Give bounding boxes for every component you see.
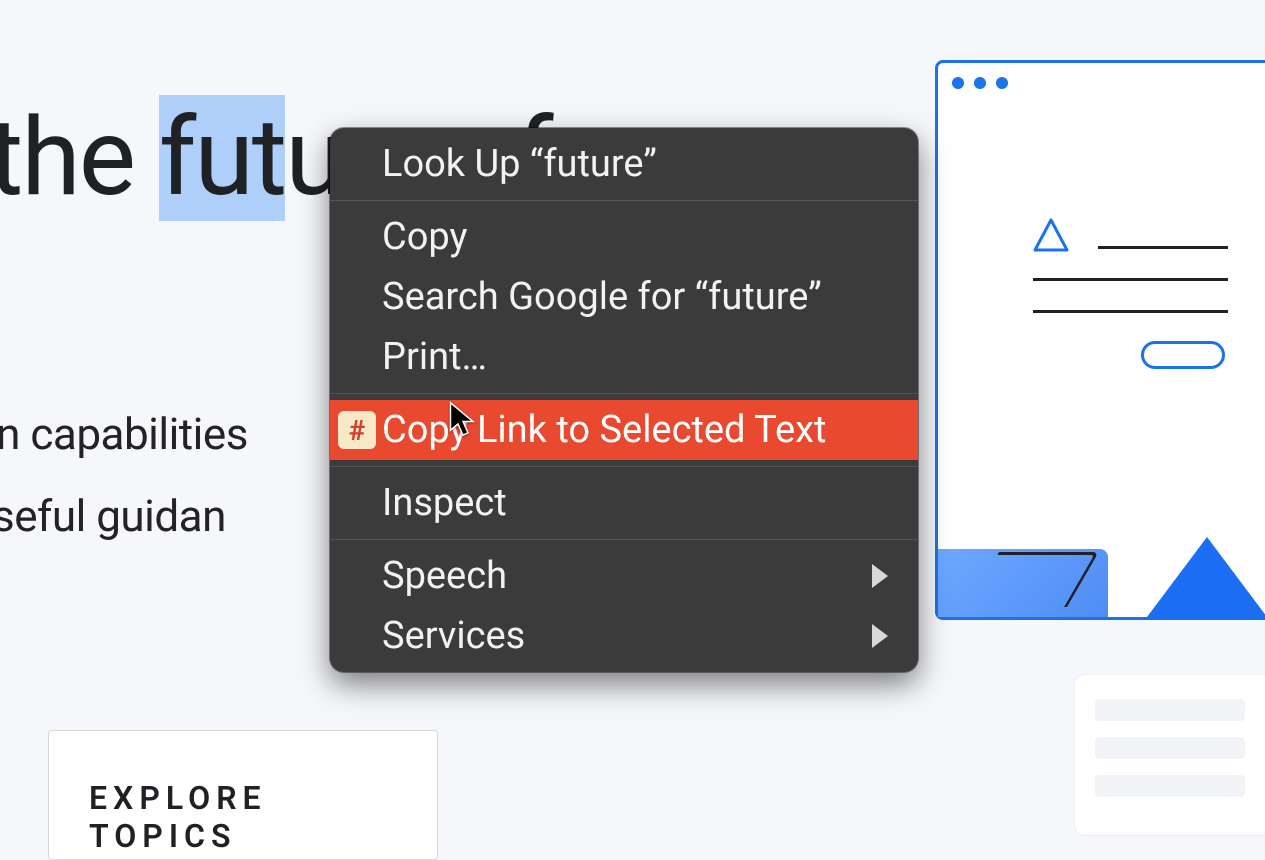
context-menu-print[interactable]: Print… <box>330 327 918 387</box>
traffic-light-dot <box>974 77 986 89</box>
menu-item-label: Copy <box>382 215 468 259</box>
context-menu-copy[interactable]: Copy <box>330 207 918 267</box>
context-menu-separator <box>330 200 918 201</box>
placeholder-line <box>1033 310 1228 313</box>
context-menu-lookup[interactable]: Look Up “future” <box>330 134 918 194</box>
triangle-icon <box>1033 218 1069 254</box>
illustration-footer <box>938 547 1265 617</box>
explore-topics-label: EXPLORE TOPICS <box>89 779 397 855</box>
skeleton-line <box>1095 699 1245 721</box>
placeholder-line <box>1033 278 1228 281</box>
context-menu-speech[interactable]: Speech <box>330 546 918 606</box>
context-menu[interactable]: Look Up “future” Copy Search Google for … <box>330 128 918 672</box>
menu-item-label: Print… <box>382 335 487 379</box>
traffic-light-dot <box>952 77 964 89</box>
context-menu-services[interactable]: Services <box>330 606 918 666</box>
context-menu-search-google[interactable]: Search Google for “future” <box>330 267 918 327</box>
explore-topics-card[interactable]: EXPLORE TOPICS <box>48 730 438 860</box>
menu-item-label: Look Up “future” <box>382 142 657 186</box>
cursor-icon <box>448 400 478 438</box>
skeleton-card <box>1075 675 1265 835</box>
skeleton-line <box>1095 775 1245 797</box>
placeholder-line <box>1098 246 1228 249</box>
context-menu-separator <box>330 466 918 467</box>
context-menu-separator <box>330 539 918 540</box>
window-traffic-lights <box>952 77 1008 89</box>
heading-prefix: ld the <box>0 95 159 221</box>
heading-selected-text[interactable]: fut <box>159 95 285 221</box>
hash-icon: # <box>338 411 376 449</box>
skeleton-line <box>1095 737 1245 759</box>
chevron-right-icon <box>872 624 888 648</box>
menu-item-label: Inspect <box>382 481 507 525</box>
menu-item-label: Services <box>382 614 525 658</box>
illustration-window <box>935 60 1265 620</box>
menu-item-label: Speech <box>382 554 507 598</box>
traffic-light-dot <box>996 77 1008 89</box>
chevron-right-icon <box>872 564 888 588</box>
menu-item-label: Search Google for “future” <box>382 275 822 319</box>
subtext-line-1: odern capabilities <box>0 408 248 460</box>
context-menu-inspect[interactable]: Inspect <box>330 473 918 533</box>
context-menu-copy-link-selected-text[interactable]: # Copy Link to Selected Text <box>330 400 918 460</box>
pill-button-illustration <box>1141 341 1225 369</box>
subtext-line-2: ith useful guidan <box>0 490 226 542</box>
context-menu-separator <box>330 393 918 394</box>
blue-triangle-right <box>1147 537 1265 617</box>
